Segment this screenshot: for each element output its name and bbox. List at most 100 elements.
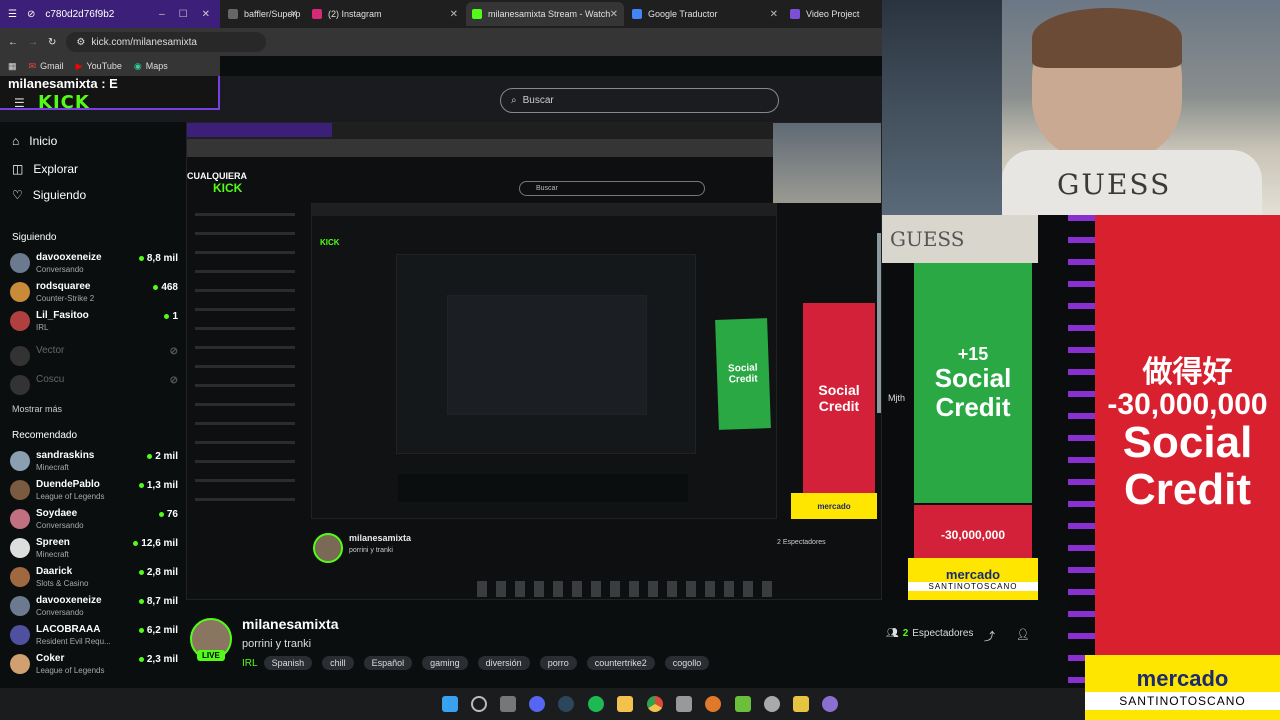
settings-icon[interactable] xyxy=(764,696,780,712)
nested-channel-title: porrini y tranki xyxy=(349,547,393,554)
live-dot-icon xyxy=(138,570,144,575)
app-green-icon[interactable] xyxy=(735,696,751,712)
recommended-item[interactable]: DuendePablo League of Legends 1,3 mil xyxy=(10,479,178,505)
tag[interactable]: gaming xyxy=(422,656,468,670)
windows-taskbar xyxy=(0,688,1085,720)
mini-window-titlebar: ☰ ⊘ c780d2d76f9b2 – ☐ ✕ xyxy=(0,0,220,28)
steam-icon[interactable] xyxy=(558,696,574,712)
close-window-icon[interactable]: ✕ xyxy=(202,9,210,20)
following-item-offline[interactable]: Coscu ⊘ xyxy=(10,374,178,400)
recommended-item[interactable]: Daarick Slots & Casino 2,8 mil xyxy=(10,566,178,592)
spotify-icon[interactable] xyxy=(588,696,604,712)
webcam-window xyxy=(882,0,1002,215)
files-icon[interactable] xyxy=(500,696,516,712)
translate-icon xyxy=(632,9,642,19)
following-item[interactable]: Lil_Fasitoo IRL 1 xyxy=(10,310,178,336)
following-title: Siguiendo xyxy=(12,232,57,243)
following-item[interactable]: rodsquaree Counter-Strike 2 468 xyxy=(10,281,178,307)
live-dot-icon xyxy=(138,483,144,488)
nested-guess-text: GUESS xyxy=(890,227,965,251)
avatar xyxy=(10,509,30,529)
show-more-link[interactable]: Mostrar más xyxy=(12,404,62,414)
tab-baffler[interactable]: baffler/Superp ✕ xyxy=(222,2,304,26)
recommended-item[interactable]: Spreen Minecraft 12,6 mil xyxy=(10,537,178,563)
recommended-item[interactable]: Coker League of Legends 2,3 mil xyxy=(10,653,178,679)
nested2-logo: KICK xyxy=(320,238,340,247)
channel-name[interactable]: milanesamixta xyxy=(242,616,339,632)
share-icon[interactable]: ⤴ xyxy=(984,628,995,644)
discord-icon[interactable] xyxy=(529,696,545,712)
close-icon[interactable]: ✕ xyxy=(770,9,778,20)
video-project-icon xyxy=(790,9,800,19)
nested-kick-logo: KICK xyxy=(213,181,243,195)
nested-screen-2: KICK xyxy=(311,203,777,519)
recommended-item[interactable]: davooxeneize Conversando 8,7 mil xyxy=(10,595,178,621)
hamburger-icon[interactable]: ☰ xyxy=(14,96,25,110)
windows-icon[interactable] xyxy=(442,696,458,712)
url-field[interactable]: ⚙ kick.com/milanesamixta xyxy=(66,32,267,52)
tag[interactable]: chill xyxy=(322,656,354,670)
audio-icon[interactable] xyxy=(676,696,692,712)
tag[interactable]: diversión xyxy=(477,656,530,670)
tab-google-traductor[interactable]: Google Traductor ✕ xyxy=(626,2,784,26)
overlay-title: milanesamixta : E xyxy=(8,76,118,91)
tag[interactable]: porro xyxy=(539,656,577,670)
bookmark-gmail[interactable]: ✉ Gmail xyxy=(29,61,64,72)
back-icon[interactable]: ← xyxy=(8,37,18,48)
offline-icon: ⊘ xyxy=(169,346,178,357)
bookmark-youtube[interactable]: ▶ YouTube xyxy=(76,61,122,72)
following-item[interactable]: davooxeneize Conversando 8,8 mil xyxy=(10,252,178,278)
nested-webcam xyxy=(773,123,881,203)
video-player[interactable]: CUALQUIERA KICK Buscar KICK Social Credi… xyxy=(186,122,882,600)
youtube-icon: ▶ xyxy=(75,60,83,71)
tab-instagram[interactable]: (2) Instagram ✕ xyxy=(306,2,464,26)
github-icon xyxy=(228,9,238,19)
folder-icon[interactable] xyxy=(617,696,633,712)
reload-icon[interactable]: ↻ xyxy=(48,37,56,48)
kick-logo[interactable]: KICK xyxy=(38,92,90,113)
recommended-item[interactable]: Soydaee Conversando 76 xyxy=(10,508,178,534)
bookmark-maps[interactable]: ◉ Maps xyxy=(134,61,168,72)
pen-icon[interactable] xyxy=(793,696,809,712)
live-dot-icon xyxy=(133,541,139,546)
category-link[interactable]: IRL xyxy=(242,658,258,669)
forward-icon[interactable]: → xyxy=(28,37,38,48)
nested-taskbar xyxy=(477,581,777,597)
close-icon[interactable]: ✕ xyxy=(450,9,458,20)
nav-inicio[interactable]: ⌂ Inicio xyxy=(12,134,57,148)
instagram-icon xyxy=(312,9,322,19)
maximize-icon[interactable]: ☐ xyxy=(179,9,188,20)
stream-title: porrini y tranki xyxy=(242,638,312,650)
apps-icon[interactable]: ▦ xyxy=(8,61,17,72)
site-info-icon: ⚙ xyxy=(76,36,86,48)
search-input[interactable]: ⌕ Buscar xyxy=(500,88,779,113)
webcam-feed: GUESS xyxy=(882,0,1280,215)
close-icon[interactable]: ✕ xyxy=(610,9,618,20)
close-icon[interactable]: ✕ xyxy=(290,9,298,20)
mic-icon[interactable] xyxy=(705,696,721,712)
nav-explorar[interactable]: ◫ Explorar xyxy=(12,162,78,176)
obs-icon[interactable] xyxy=(822,696,838,712)
live-dot-icon xyxy=(138,599,144,604)
recommended-item[interactable]: sandraskins Minecraft 2 mil xyxy=(10,450,178,476)
nav-siguiendo[interactable]: ♡ Siguiendo xyxy=(12,188,86,202)
tab-kick-stream[interactable]: milanesamixta Stream - Watch ✕ xyxy=(466,2,624,26)
gmail-icon: ✉ xyxy=(28,60,37,71)
search-icon: ⌕ xyxy=(511,95,517,106)
minimize-icon[interactable]: – xyxy=(159,9,165,20)
nested-screen-1: CUALQUIERA KICK Buscar KICK Social Credi… xyxy=(186,122,882,600)
nested-purple-bar xyxy=(187,123,332,137)
follow-icon[interactable]: 👤︎ xyxy=(1016,628,1030,641)
tag[interactable]: Spanish xyxy=(263,656,313,670)
nested-social-credit-red: Social Credit xyxy=(803,303,875,493)
tab-video-project[interactable]: Video Project xyxy=(784,2,882,26)
search-icon[interactable] xyxy=(471,696,487,712)
live-dot-icon xyxy=(138,657,144,662)
tag[interactable]: Español xyxy=(363,656,413,670)
recommended-item[interactable]: LACOBRAAA Resident Evil Requ... 6,2 mil xyxy=(10,624,178,650)
menu-icon[interactable]: ☰ xyxy=(8,9,17,20)
tag[interactable]: cogollo xyxy=(664,656,710,670)
chrome-icon[interactable] xyxy=(647,696,663,712)
tag[interactable]: countertrike2 xyxy=(586,656,655,670)
following-item-offline[interactable]: Vector ⊘ xyxy=(10,345,178,371)
